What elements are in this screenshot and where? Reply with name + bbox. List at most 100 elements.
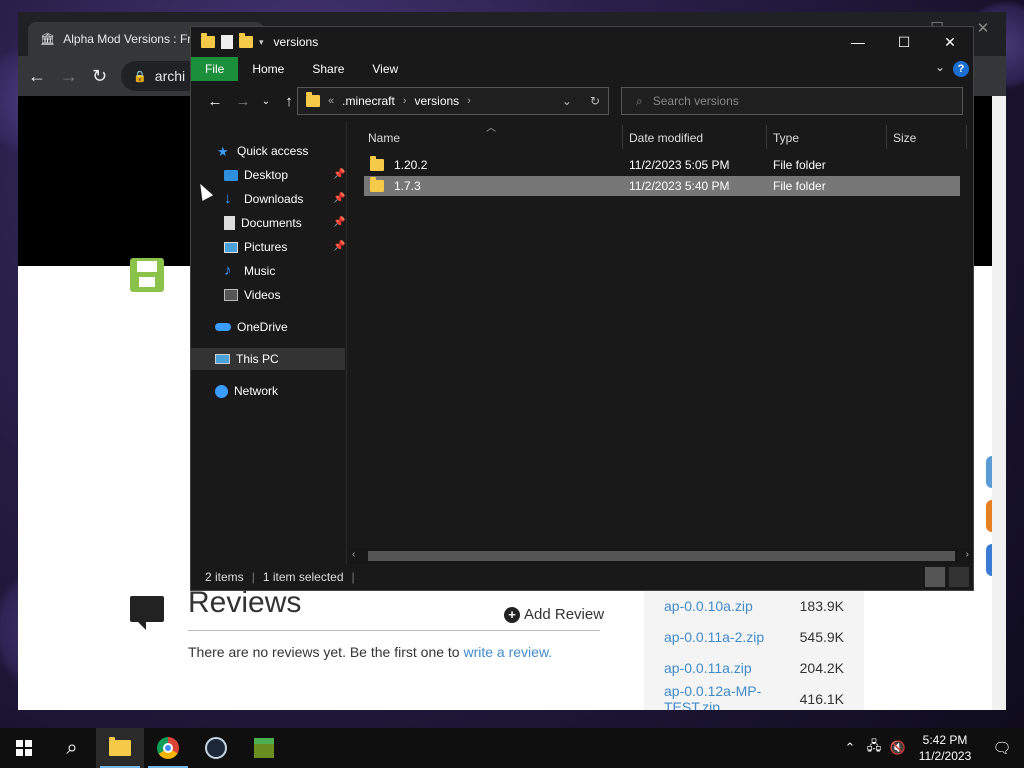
sort-ascending-icon: ︿ bbox=[486, 123, 496, 134]
chevron-down-icon[interactable]: ⌄ bbox=[562, 94, 572, 108]
sidebar-item-pictures[interactable]: Pictures bbox=[224, 236, 287, 258]
horizontal-scrollbar[interactable]: ‹ › bbox=[348, 548, 973, 564]
status-divider: | bbox=[351, 570, 355, 584]
sidebar-item-label: Desktop bbox=[244, 168, 289, 182]
reload-icon[interactable]: ↻ bbox=[92, 66, 107, 87]
explorer-body: ★ Quick access Desktop 📌 ↓ Downloads 📌 D… bbox=[191, 121, 973, 564]
sidebar-item-label: This PC bbox=[236, 352, 279, 366]
write-review-link[interactable]: write a review. bbox=[463, 644, 552, 660]
row-type: File folder bbox=[773, 179, 826, 193]
close-button[interactable]: ✕ bbox=[927, 27, 973, 57]
search-button[interactable]: ⌕ bbox=[48, 728, 96, 768]
taskbar-chrome[interactable] bbox=[144, 728, 192, 768]
sidebar-item-label: Music bbox=[244, 264, 276, 278]
video-icon bbox=[224, 289, 238, 301]
taskbar-steam[interactable] bbox=[192, 728, 240, 768]
steam-icon bbox=[205, 737, 227, 759]
sidebar-item-music[interactable]: ♪ Music bbox=[224, 260, 275, 282]
details-view-icon[interactable] bbox=[925, 567, 945, 587]
file-size: 183.9K bbox=[799, 597, 844, 614]
breadcrumb-versions[interactable]: versions bbox=[414, 94, 459, 108]
view-toggle bbox=[925, 567, 969, 587]
properties-icon[interactable] bbox=[221, 35, 233, 49]
large-icons-view-icon[interactable] bbox=[949, 567, 969, 587]
add-review-button[interactable]: + Add Review bbox=[504, 606, 604, 623]
sidebar-item-downloads[interactable]: ↓ Downloads bbox=[224, 188, 303, 210]
pin-icon: 📌 bbox=[333, 217, 346, 228]
file-link[interactable]: ap-0.0.11a.zip bbox=[664, 660, 752, 676]
row-date: 11/2/2023 5:05 PM bbox=[629, 158, 730, 172]
new-folder-icon[interactable] bbox=[239, 33, 253, 48]
folder-icon bbox=[370, 156, 384, 171]
sidebar-item-network[interactable]: Network bbox=[215, 380, 278, 402]
recent-locations-icon[interactable]: ⌄ bbox=[257, 96, 275, 107]
computer-icon bbox=[215, 354, 230, 364]
file-link[interactable]: ap-0.0.12a-MP-TEST.zip bbox=[664, 683, 800, 711]
forward-arrow-icon[interactable]: → bbox=[229, 93, 257, 110]
sidebar-item-quick-access[interactable]: ★ Quick access bbox=[217, 140, 308, 162]
windows-icon bbox=[16, 740, 32, 756]
scrollbar-thumb[interactable] bbox=[368, 551, 955, 561]
add-review-label: Add Review bbox=[524, 606, 605, 623]
table-row[interactable]: 1.20.2 11/2/2023 5:05 PM File folder bbox=[364, 155, 960, 175]
table-row[interactable]: 1.7.3 11/2/2023 5:40 PM File folder bbox=[364, 176, 960, 196]
column-divider[interactable] bbox=[766, 125, 767, 149]
breadcrumb-minecraft[interactable]: .minecraft bbox=[342, 94, 395, 108]
divider bbox=[188, 630, 600, 631]
sidebar-item-label: Documents bbox=[241, 216, 302, 230]
sidebar-item-desktop[interactable]: Desktop bbox=[224, 164, 288, 186]
window-title: versions bbox=[273, 35, 319, 49]
tab-share[interactable]: Share bbox=[298, 57, 358, 81]
sidebar-item-videos[interactable]: Videos bbox=[224, 284, 280, 306]
column-header-size[interactable]: Size bbox=[893, 131, 916, 145]
column-header-type[interactable]: Type bbox=[773, 131, 799, 145]
expand-ribbon-icon[interactable]: ⌄ bbox=[935, 60, 945, 74]
no-reviews-message: There are no reviews yet. Be the first o… bbox=[188, 644, 464, 660]
clock[interactable]: 5:42 PM 11/2/2023 bbox=[910, 732, 980, 764]
overflow-icon[interactable]: « bbox=[328, 95, 334, 107]
column-divider[interactable] bbox=[886, 125, 887, 149]
chrome-icon bbox=[157, 737, 179, 759]
scroll-left-icon[interactable]: ‹ bbox=[352, 549, 355, 560]
help-icon[interactable]: ? bbox=[953, 61, 969, 77]
tab-file[interactable]: File bbox=[191, 57, 239, 81]
maximize-button[interactable]: ☐ bbox=[881, 27, 927, 57]
chevron-right-icon[interactable]: › bbox=[403, 95, 407, 107]
taskbar-minecraft[interactable] bbox=[240, 728, 288, 768]
tab-view[interactable]: View bbox=[358, 57, 412, 81]
scroll-right-icon[interactable]: › bbox=[966, 549, 969, 560]
chrome-scrollbar[interactable] bbox=[992, 96, 1006, 710]
chevron-down-icon[interactable]: ▾ bbox=[259, 37, 264, 48]
column-header-date[interactable]: Date modified bbox=[629, 131, 703, 145]
sidebar-item-label: Quick access bbox=[237, 144, 309, 158]
minimize-button[interactable]: — bbox=[835, 27, 881, 57]
chevron-right-icon[interactable]: › bbox=[467, 95, 471, 107]
sidebar-item-label: Network bbox=[234, 384, 279, 398]
refresh-icon[interactable]: ↻ bbox=[590, 94, 600, 108]
address-bar[interactable]: « .minecraft › versions › ⌄ ↻ bbox=[297, 87, 609, 115]
comment-icon bbox=[130, 596, 164, 630]
file-link[interactable]: ap-0.0.10a.zip bbox=[664, 598, 753, 614]
network-status-icon[interactable]: 🖧 bbox=[862, 737, 886, 759]
back-arrow-icon[interactable]: ← bbox=[201, 93, 229, 110]
system-tray: ⌃ 🖧 🔇 5:42 PM 11/2/2023 🗨 bbox=[838, 728, 1024, 768]
sidebar-item-this-pc[interactable]: This PC bbox=[191, 348, 345, 370]
clock-date: 11/2/2023 bbox=[918, 749, 972, 763]
chevron-up-icon[interactable]: ⌃ bbox=[838, 740, 862, 756]
notifications-icon[interactable]: 🗨 bbox=[980, 739, 1024, 757]
start-button[interactable] bbox=[0, 728, 48, 768]
column-divider[interactable] bbox=[966, 125, 967, 149]
column-divider[interactable] bbox=[622, 125, 623, 149]
forward-arrow-icon[interactable]: → bbox=[60, 66, 78, 87]
column-header-name[interactable]: Name bbox=[368, 131, 400, 145]
file-link[interactable]: ap-0.0.11a-2.zip bbox=[664, 629, 764, 645]
back-arrow-icon[interactable]: ← bbox=[28, 66, 46, 87]
file-explorer-icon bbox=[109, 737, 131, 756]
sidebar-item-label: Videos bbox=[244, 288, 281, 302]
search-input[interactable]: ⌕ Search versions bbox=[621, 87, 963, 115]
sidebar-item-documents[interactable]: Documents bbox=[224, 212, 302, 234]
sidebar-item-onedrive[interactable]: OneDrive bbox=[215, 316, 288, 338]
tab-home[interactable]: Home bbox=[238, 57, 298, 81]
taskbar-explorer[interactable] bbox=[96, 728, 144, 768]
volume-muted-icon[interactable]: 🔇 bbox=[886, 740, 910, 756]
